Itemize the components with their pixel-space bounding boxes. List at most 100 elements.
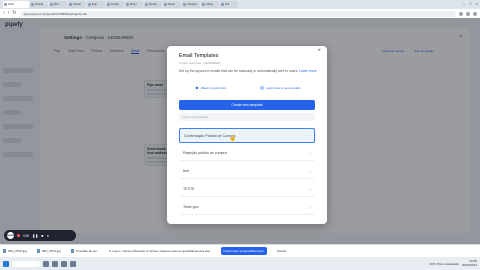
favicon-icon	[88, 3, 91, 6]
file-icon	[3, 249, 6, 253]
browser-tab[interactable]: Templat	[30, 1, 48, 8]
maximize-icon[interactable]: □	[469, 1, 471, 6]
chevron-right-icon: ›	[309, 204, 311, 210]
download-item[interactable]: IMG_0576.jpg	[3, 249, 27, 253]
browser-tab[interactable]: (Email)	[144, 1, 162, 8]
tab-label: Ofertas	[73, 3, 81, 6]
recording-control-bar: loom 0:00 ❚❚ ■ ✕	[4, 230, 76, 241]
delete-icon[interactable]: ✕	[46, 234, 49, 238]
search-input[interactable]: Find email template	[179, 113, 315, 121]
chevron-right-icon: ›	[309, 186, 311, 192]
recording-timer: 0:00	[23, 233, 30, 238]
hide-button[interactable]: Ocultar	[277, 249, 287, 253]
email-templates-modal: × Email Templates In pipe Compras - LEON…	[167, 46, 327, 224]
minimize-icon[interactable]: –	[463, 1, 465, 6]
favicon-icon	[126, 3, 129, 6]
favicon-icon	[145, 3, 148, 6]
recording-dot-icon	[17, 234, 20, 237]
clock[interactable]: 10:55 30/05/2023	[462, 259, 477, 267]
reload-icon[interactable]: ↻	[12, 11, 16, 16]
browser-tab[interactable]: Settin	[3, 1, 29, 8]
chevron-right-icon: ›	[308, 133, 310, 138]
browser-tab[interactable]: Configu	[106, 1, 124, 8]
browser-tab[interactable]: Mover	[125, 1, 143, 8]
tab-label: Library	[206, 3, 214, 6]
taskbar-app-icon[interactable]	[70, 260, 76, 267]
loom-logo-icon: loom	[7, 232, 15, 239]
favicon-icon	[183, 3, 186, 6]
url-text: app.pipefy.com/pipes/302705883/settings/…	[23, 11, 87, 16]
browser-tab[interactable]: Library	[201, 1, 219, 8]
chevron-right-icon: ›	[309, 168, 311, 174]
learn-more-link[interactable]: Learn more	[299, 69, 316, 73]
template-row[interactable]: Confirmação Pedido de Compra ›	[179, 128, 315, 143]
weather-text: 29°C Parc ensolarado	[429, 261, 459, 266]
extensions	[459, 11, 477, 16]
address-bar: ‹ › ↻ app.pipefy.com/pipes/302705883/set…	[0, 9, 480, 18]
template-row[interactable]: teet ›	[179, 164, 315, 179]
favicon-icon	[50, 3, 53, 6]
browser-tab-strip: Settin Templat Mod Ofertas Esqu Configu Mover (…	[0, 0, 480, 9]
favicon-icon	[107, 3, 110, 6]
modal-title: Email Templates	[179, 53, 219, 59]
template-row[interactable]: Teste geo ›	[179, 200, 315, 215]
create-template-button[interactable]: Create new template	[179, 100, 315, 110]
taskbar-app-icon[interactable]	[61, 260, 67, 267]
favicon-icon	[31, 3, 34, 6]
help-links: ▶ Watch a quick intro ▤ Learn how to sen…	[179, 85, 317, 90]
chevron-right-icon: ›	[309, 150, 311, 156]
file-icon	[70, 249, 74, 253]
browser-tab[interactable]: Pipedri	[163, 1, 181, 8]
template-row[interactable]: Rejeição pedido de compra ›	[179, 146, 315, 161]
tab-label: Sell	[225, 3, 229, 6]
tab-label: Templat	[35, 3, 44, 6]
taskbar-search[interactable]	[12, 260, 40, 267]
sharing-message: O Loom + Screen Recorder & Screen Captur…	[109, 249, 211, 253]
back-icon[interactable]: ‹	[3, 11, 5, 16]
browser-tab[interactable]: Mod	[49, 1, 67, 8]
browser-tab[interactable]: Ofertas	[68, 1, 86, 8]
tab-label: (Email)	[149, 3, 157, 6]
book-icon: ▤	[260, 85, 264, 90]
favicon-icon	[202, 3, 205, 6]
tab-label: Pipedri	[168, 3, 176, 6]
favicon-icon	[4, 3, 7, 6]
tab-label: Settin	[8, 3, 15, 6]
template-list: Confirmação Pedido de Compra › Rejeição …	[179, 128, 315, 218]
browser-tab[interactable]: Compras	[182, 1, 200, 8]
taskbar-app-icon[interactable]	[43, 260, 49, 267]
template-row[interactable]: TESTE ›	[179, 182, 315, 197]
tab-label: Compras	[187, 3, 197, 6]
system-tray: 29°C Parc ensolarado 10:55 30/05/2023	[429, 259, 477, 267]
extension-icon[interactable]	[459, 11, 463, 16]
play-circle-icon: ▶	[195, 85, 199, 90]
tab-label: Esqu	[92, 3, 98, 6]
url-field[interactable]: app.pipefy.com/pipes/302705883/settings/…	[19, 10, 456, 17]
modal-subtitle: In pipe Compras - LEONARDO	[179, 61, 221, 65]
modal-description: Set up the layout for emails that can be…	[179, 69, 317, 73]
start-icon[interactable]	[3, 260, 9, 267]
close-window-icon[interactable]: ×	[476, 1, 478, 6]
file-icon	[36, 249, 40, 253]
tab-label: Mod	[54, 3, 59, 6]
pause-icon[interactable]: ❚❚	[32, 234, 38, 238]
watch-intro-link[interactable]: ▶ Watch a quick intro	[196, 85, 226, 90]
taskbar: 29°C Parc ensolarado 10:55 30/05/2023	[0, 257, 480, 270]
close-icon[interactable]: ×	[317, 48, 321, 54]
stop-icon[interactable]: ■	[41, 234, 43, 238]
download-item[interactable]: IMG_0574.jpg	[36, 249, 61, 253]
learn-emails-link[interactable]: ▤ Learn how to send emails	[260, 85, 300, 90]
window-controls: – □ ×	[463, 1, 478, 6]
forward-icon[interactable]: ›	[8, 11, 10, 16]
taskbar-app-icon[interactable]	[52, 260, 58, 267]
download-item[interactable]: Template de sty...	[70, 249, 99, 253]
extension-icon[interactable]	[466, 11, 470, 16]
browser-tab[interactable]: Sell	[220, 1, 238, 8]
profile-avatar[interactable]	[473, 11, 477, 16]
favicon-icon	[221, 3, 224, 6]
browser-tab[interactable]: Esqu	[87, 1, 105, 8]
download-shelf: IMG_0576.jpg IMG_0574.jpg Template de st…	[0, 244, 480, 257]
stop-sharing-button[interactable]: Interromper compartilhamento	[220, 247, 267, 255]
hand-cursor-icon: ☝	[229, 136, 237, 142]
favicon-icon	[69, 3, 72, 6]
